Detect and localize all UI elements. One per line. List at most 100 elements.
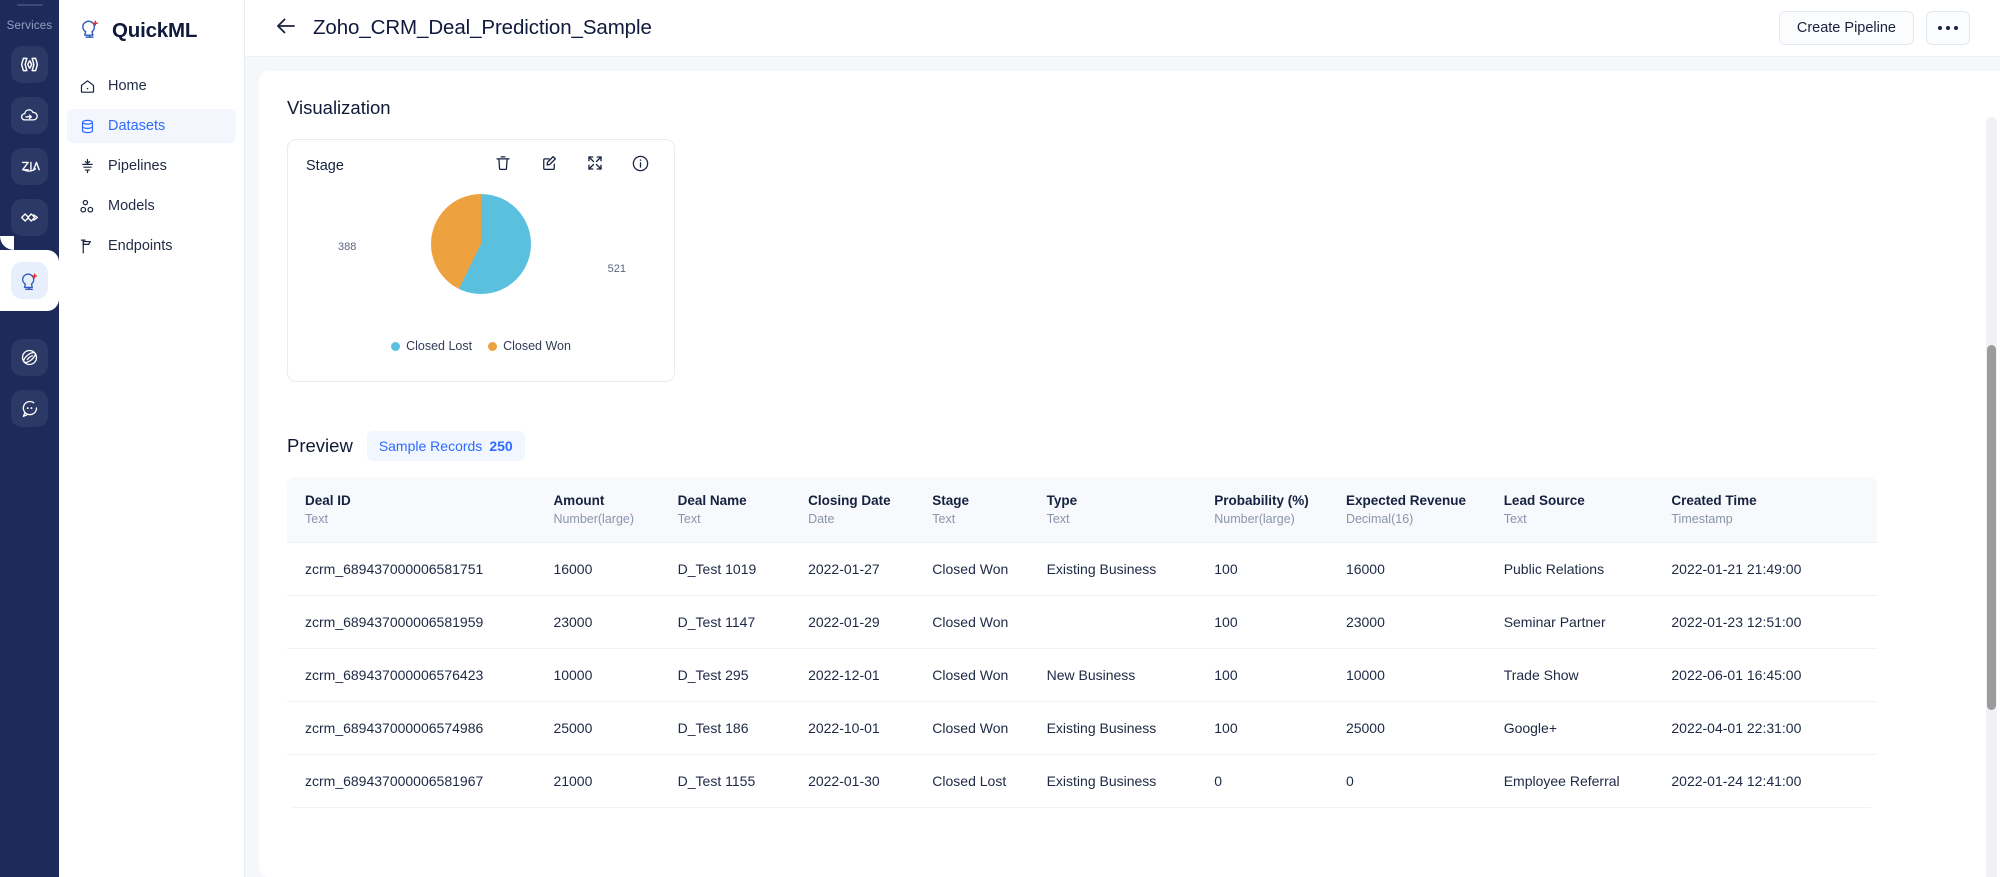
- legend-label: Closed Won: [503, 339, 571, 353]
- table-cell: zcrm_689437000006576423: [287, 648, 536, 702]
- orbit-icon-button[interactable]: [11, 339, 48, 376]
- pie-chart[interactable]: 388 521: [306, 189, 656, 314]
- table-cell: 2022-01-23 12:51:00: [1653, 595, 1877, 649]
- sample-records-chip[interactable]: Sample Records 250: [366, 431, 525, 461]
- chart-legend: Closed Lost Closed Won: [306, 339, 656, 353]
- main-area: Zoho_CRM_Deal_Prediction_Sample Create P…: [245, 0, 2000, 877]
- table-cell: Existing Business: [1028, 754, 1197, 808]
- legend-item-closed-won[interactable]: Closed Won: [488, 339, 571, 353]
- zia-icon-button[interactable]: [11, 148, 48, 185]
- column-header[interactable]: Lead Source Text: [1485, 477, 1654, 543]
- table-cell: 23000: [535, 595, 660, 649]
- column-header-type: Decimal(16): [1345, 512, 1414, 526]
- table-row[interactable]: zcrm_689437000006581967 21000 D_Test 1155 2…: [287, 754, 1877, 808]
- table-cell: zcrm_689437000006574986: [287, 701, 536, 755]
- table-row[interactable]: zcrm_689437000006576423 10000 D_Test 295 20…: [287, 648, 1877, 702]
- delete-chart-button[interactable]: [493, 156, 512, 175]
- services-label: Services: [6, 20, 53, 32]
- column-header[interactable]: Probability (%) Number(large): [1196, 477, 1328, 543]
- sidebar-item-home[interactable]: Home: [67, 69, 236, 103]
- content-scroll-area: Visualization Stage 388 521 Closed Lost …: [245, 57, 2000, 877]
- sidebar-item-models[interactable]: Models: [67, 189, 236, 223]
- table-cell: 2022-01-29: [790, 595, 915, 649]
- sidebar-item-label: Datasets: [108, 118, 166, 134]
- column-header[interactable]: Type Text: [1028, 477, 1197, 543]
- column-header[interactable]: Stage Text: [914, 477, 1029, 543]
- table-body: zcrm_689437000006581751 16000 D_Test 1019 2…: [287, 542, 1877, 808]
- legend-swatch: [391, 341, 401, 351]
- flow-icon: [19, 207, 40, 228]
- chart-info-button[interactable]: [631, 155, 650, 175]
- sidebar-item-endpoints[interactable]: Endpoints: [67, 229, 236, 263]
- cloud-icon-button[interactable]: [11, 97, 48, 134]
- table-header-row: Deal ID Text Amount Number(large) Deal Name T…: [287, 477, 1877, 543]
- column-header-type: Text: [1503, 512, 1527, 526]
- rail-handle: [16, 4, 43, 6]
- back-button[interactable]: [273, 15, 299, 41]
- cloud-icon: [19, 105, 40, 126]
- column-header[interactable]: Created Time Timestamp: [1653, 477, 1877, 543]
- chart-title: Stage: [306, 157, 344, 174]
- table-cell: 100: [1196, 701, 1328, 755]
- brand[interactable]: QuickML: [59, 0, 244, 45]
- scrollbar-thumb[interactable]: [1987, 345, 1996, 710]
- column-header-name: Probability (%): [1214, 493, 1309, 508]
- column-header-name: Type: [1046, 493, 1078, 508]
- column-header-name: Closing Date: [808, 493, 891, 508]
- table-cell: 2022-01-24 12:41:00: [1653, 754, 1877, 808]
- column-header[interactable]: Expected Revenue Decimal(16): [1327, 477, 1486, 543]
- table-cell: D_Test 295: [659, 648, 791, 702]
- edit-chart-button[interactable]: [539, 155, 558, 175]
- quickml-rail-item[interactable]: [0, 236, 59, 325]
- table-row[interactable]: zcrm_689437000006574986 25000 D_Test 186 20…: [287, 701, 1877, 755]
- flow-icon-button[interactable]: [11, 199, 48, 236]
- table-cell: Seminar Partner: [1485, 595, 1654, 649]
- arrow-left-icon: [274, 14, 298, 43]
- sample-records-count: 250: [489, 438, 513, 454]
- table-row[interactable]: zcrm_689437000006581959 23000 D_Test 1147 2…: [287, 595, 1877, 649]
- table-cell: Public Relations: [1485, 542, 1654, 596]
- pipeline-icon: [79, 158, 96, 175]
- table-row[interactable]: zcrm_689437000006581751 16000 D_Test 1019 2…: [287, 542, 1877, 596]
- table-cell: Closed Won: [914, 701, 1029, 755]
- services-rail: Services: [0, 0, 59, 877]
- chat-icon-button[interactable]: [11, 390, 48, 427]
- create-pipeline-button[interactable]: Create Pipeline: [1778, 11, 1914, 45]
- table-cell: 2022-10-01: [790, 701, 915, 755]
- code-icon-button[interactable]: [11, 46, 48, 83]
- more-options-button[interactable]: [1926, 11, 1970, 45]
- content-card: Visualization Stage 388 521 Closed Lost …: [259, 71, 2000, 877]
- column-header-type: Number(large): [553, 512, 635, 526]
- flag-icon: [79, 238, 96, 255]
- preview-header: Preview Sample Records 250: [287, 431, 2000, 461]
- visualization-card-header: Stage: [306, 155, 656, 175]
- table-cell: zcrm_689437000006581751: [287, 542, 536, 596]
- table-cell: Existing Business: [1028, 701, 1197, 755]
- column-header[interactable]: Closing Date Date: [790, 477, 915, 543]
- table-cell: D_Test 1155: [659, 754, 791, 808]
- column-header-name: Deal ID: [305, 493, 351, 508]
- sidebar-item-pipelines[interactable]: Pipelines: [67, 149, 236, 183]
- visualization-card: Stage 388 521 Closed Lost Closed Won: [287, 139, 675, 382]
- table-cell: 2022-12-01: [790, 648, 915, 702]
- table-cell: zcrm_689437000006581967: [287, 754, 536, 808]
- table-cell: 10000: [535, 648, 660, 702]
- page-title: Zoho_CRM_Deal_Prediction_Sample: [313, 16, 652, 39]
- sidebar-item-datasets[interactable]: Datasets: [67, 109, 236, 143]
- expand-chart-button[interactable]: [585, 156, 604, 175]
- column-header-name: Expected Revenue: [1345, 493, 1466, 508]
- column-header[interactable]: Deal ID Text: [287, 477, 536, 543]
- expand-icon: [586, 154, 604, 177]
- table-cell: [1028, 595, 1197, 649]
- vertical-scrollbar[interactable]: [1986, 117, 1997, 877]
- legend-item-closed-lost[interactable]: Closed Lost: [391, 339, 472, 353]
- column-header[interactable]: Deal Name Text: [659, 477, 791, 543]
- column-header-name: Amount: [553, 493, 605, 508]
- sidebar-nav: Home Datasets Pipelines Models Endpoints: [59, 69, 244, 263]
- preview-table: Deal ID Text Amount Number(large) Deal Name T…: [287, 477, 1877, 808]
- column-header[interactable]: Amount Number(large): [535, 477, 660, 543]
- column-header-type: Text: [932, 512, 956, 526]
- preview-table-wrapper: Deal ID Text Amount Number(large) Deal Name T…: [287, 477, 1877, 808]
- column-header-type: Text: [305, 512, 328, 526]
- preview-title: Preview: [287, 435, 353, 456]
